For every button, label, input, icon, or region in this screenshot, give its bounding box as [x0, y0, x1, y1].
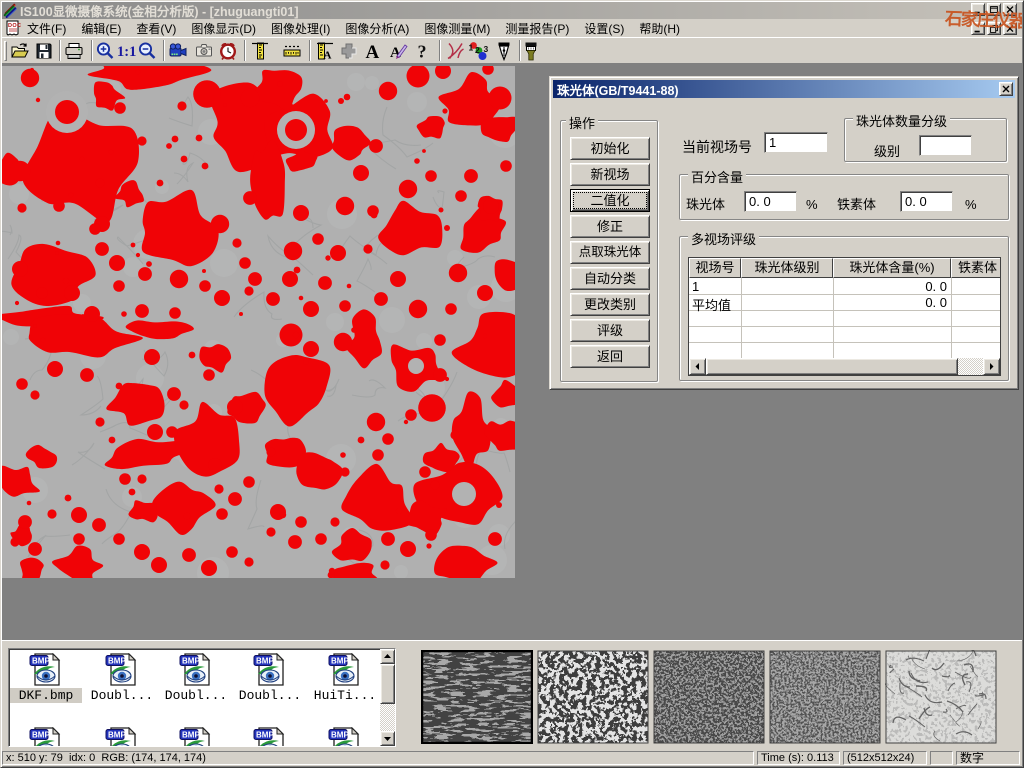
svg-text:BMP: BMP — [256, 657, 274, 666]
svg-text:1: 1 — [469, 43, 474, 53]
svg-text:?: ? — [418, 42, 427, 62]
svg-text:BMP: BMP — [331, 731, 349, 740]
svg-text:1:1: 1:1 — [117, 44, 136, 60]
svg-text:A: A — [324, 50, 332, 62]
svg-text:BMP: BMP — [182, 731, 200, 740]
svg-text:BMP: BMP — [182, 657, 200, 666]
svg-text:BMP: BMP — [256, 731, 274, 740]
svg-text:BMP: BMP — [108, 657, 126, 666]
svg-text:DOC: DOC — [8, 23, 21, 29]
svg-text:A: A — [366, 42, 380, 61]
svg-text:2: 2 — [475, 45, 480, 55]
svg-text:BMP: BMP — [32, 731, 50, 740]
svg-text:BMP: BMP — [32, 657, 50, 666]
svg-text:3: 3 — [484, 44, 489, 54]
svg-text:BMP: BMP — [108, 731, 126, 740]
svg-text:BMP: BMP — [331, 657, 349, 666]
